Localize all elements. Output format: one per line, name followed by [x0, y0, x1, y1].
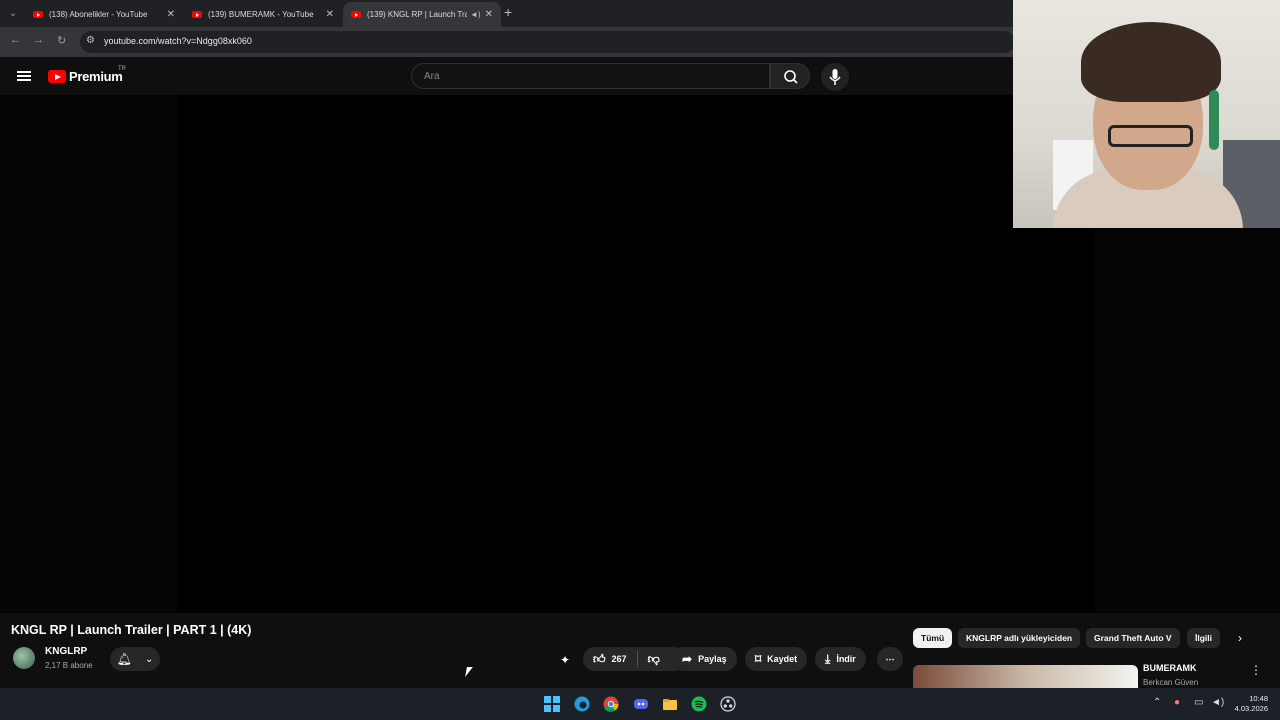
video-title: KNGL RP | Launch Trailer | PART 1 | (4K): [11, 623, 252, 637]
webcam-overlay: [1013, 0, 1280, 228]
omnibox[interactable]: ⚙ youtube.com/watch?v=Ndgg08xk060: [80, 31, 1015, 53]
tab-title: (139) KNGL RP | Launch Tra: [367, 10, 468, 19]
download-icon: ⤓: [825, 651, 831, 666]
speaker-icon[interactable]: ◄): [470, 10, 481, 19]
back-icon[interactable]: ←: [10, 34, 21, 46]
discord-icon[interactable]: [633, 696, 649, 712]
youtube-play-icon: [48, 70, 66, 83]
close-tab-icon[interactable]: ✕: [167, 9, 175, 20]
dislike-icon[interactable]: 👎︎: [648, 652, 660, 667]
close-tab-icon[interactable]: ✕: [485, 9, 493, 20]
more-actions-button[interactable]: ⋯: [877, 647, 903, 671]
youtube-favicon-icon: [192, 11, 202, 18]
youtube-premium-logo[interactable]: Premium TR: [48, 66, 126, 84]
chrome-icon[interactable]: [603, 696, 619, 712]
tab-title: (138) Abonelikler - YouTube: [49, 10, 148, 19]
download-label: İndir: [836, 654, 856, 664]
sparkle-icon[interactable]: ✦: [560, 653, 570, 667]
headset-icon: [1209, 90, 1219, 150]
browser-tab-2[interactable]: (139) BUMERAMK - YouTube ✕: [184, 2, 342, 27]
reload-icon[interactable]: ↻: [57, 34, 66, 47]
forward-icon[interactable]: →: [33, 34, 44, 46]
url-text[interactable]: youtube.com/watch?v=Ndgg08xk060: [104, 36, 252, 46]
like-icon[interactable]: 👍︎: [593, 652, 606, 667]
spotify-icon[interactable]: [691, 696, 707, 712]
browser-tab-1[interactable]: (138) Abonelikler - YouTube ✕: [25, 2, 183, 27]
clock-date: 4.03.2026: [1234, 704, 1268, 713]
close-tab-icon[interactable]: ✕: [326, 9, 334, 20]
windows-start-icon[interactable]: [544, 696, 560, 712]
like-dislike-group: 👍︎ 267 👎︎: [583, 647, 686, 671]
network-icon[interactable]: ▭: [1194, 697, 1203, 708]
person-glasses: [1108, 125, 1193, 147]
subscriber-count: 2,17 B abone: [45, 661, 93, 670]
file-explorer-icon[interactable]: [662, 696, 678, 712]
microphone-icon: [829, 69, 841, 85]
share-icon: ➦: [682, 652, 693, 666]
save-label: Kaydet: [767, 654, 798, 664]
chip-from-uploader[interactable]: KNGLRP adlı yükleyiciden: [958, 628, 1081, 648]
related-more-icon[interactable]: ⋮: [1250, 663, 1262, 677]
more-icon: ⋯: [885, 653, 895, 664]
pillarbox-left: [0, 95, 177, 613]
edge-icon[interactable]: [574, 696, 590, 712]
site-info-icon[interactable]: ⚙: [86, 35, 95, 46]
volume-icon[interactable]: ◄): [1211, 697, 1224, 708]
voice-search-button[interactable]: [821, 63, 849, 91]
youtube-favicon-icon: [351, 11, 361, 18]
share-label: Paylaş: [698, 654, 727, 664]
tab-search-icon[interactable]: ⌄: [4, 5, 22, 23]
related-video-channel[interactable]: Berkcan Güven: [1143, 678, 1198, 687]
clock-time: 10:48: [1249, 694, 1268, 703]
youtube-favicon-icon: [33, 11, 43, 18]
search-button[interactable]: [770, 63, 810, 89]
download-button[interactable]: ⤓ İndir: [815, 647, 866, 671]
share-button[interactable]: ➦ Paylaş: [672, 647, 737, 671]
chip-gta-v[interactable]: Grand Theft Auto V: [1086, 628, 1180, 648]
search-icon: [784, 70, 798, 84]
obs-icon[interactable]: [720, 696, 736, 712]
chip-related[interactable]: İlgili: [1187, 628, 1220, 648]
search-placeholder: Ara: [424, 71, 440, 82]
browser-tab-3-active[interactable]: (139) KNGL RP | Launch Tra ◄) ✕: [343, 2, 501, 27]
person-hair: [1081, 22, 1221, 102]
related-video-title[interactable]: BUMERAMK: [1143, 663, 1197, 673]
country-code: TR: [118, 66, 126, 72]
chip-all[interactable]: Tümü: [913, 628, 953, 648]
microphone-tray-icon[interactable]: ●: [1174, 697, 1180, 708]
bell-icon: 🔔︎: [116, 652, 132, 666]
chevron-down-icon: ⌄: [145, 653, 154, 665]
channel-name[interactable]: KNGLRP: [45, 646, 87, 657]
logo-text: Premium: [69, 69, 123, 84]
windows-taskbar: ⌃ ● ▭ ◄) 10:48 4.03.2026: [0, 688, 1280, 720]
new-tab-icon[interactable]: +: [504, 4, 512, 20]
notification-button[interactable]: 🔔︎ ⌄: [110, 647, 160, 671]
tab-title: (139) BUMERAMK - YouTube: [208, 10, 314, 19]
related-video-thumbnail[interactable]: [913, 665, 1138, 688]
bookmark-icon: ⌑: [755, 652, 762, 666]
search-input[interactable]: Ara: [411, 63, 770, 89]
system-clock[interactable]: 10:48 4.03.2026: [1228, 694, 1268, 714]
divider: [636, 651, 638, 667]
channel-avatar[interactable]: [13, 647, 35, 669]
tray-expand-icon[interactable]: ⌃: [1153, 697, 1161, 708]
menu-icon[interactable]: [17, 71, 31, 81]
video-info-area: KNGL RP | Launch Trailer | PART 1 | (4K)…: [0, 613, 1280, 688]
save-button[interactable]: ⌑ Kaydet: [745, 647, 808, 671]
chevron-right-icon[interactable]: ›: [1238, 631, 1242, 645]
like-count[interactable]: 267: [612, 654, 627, 664]
